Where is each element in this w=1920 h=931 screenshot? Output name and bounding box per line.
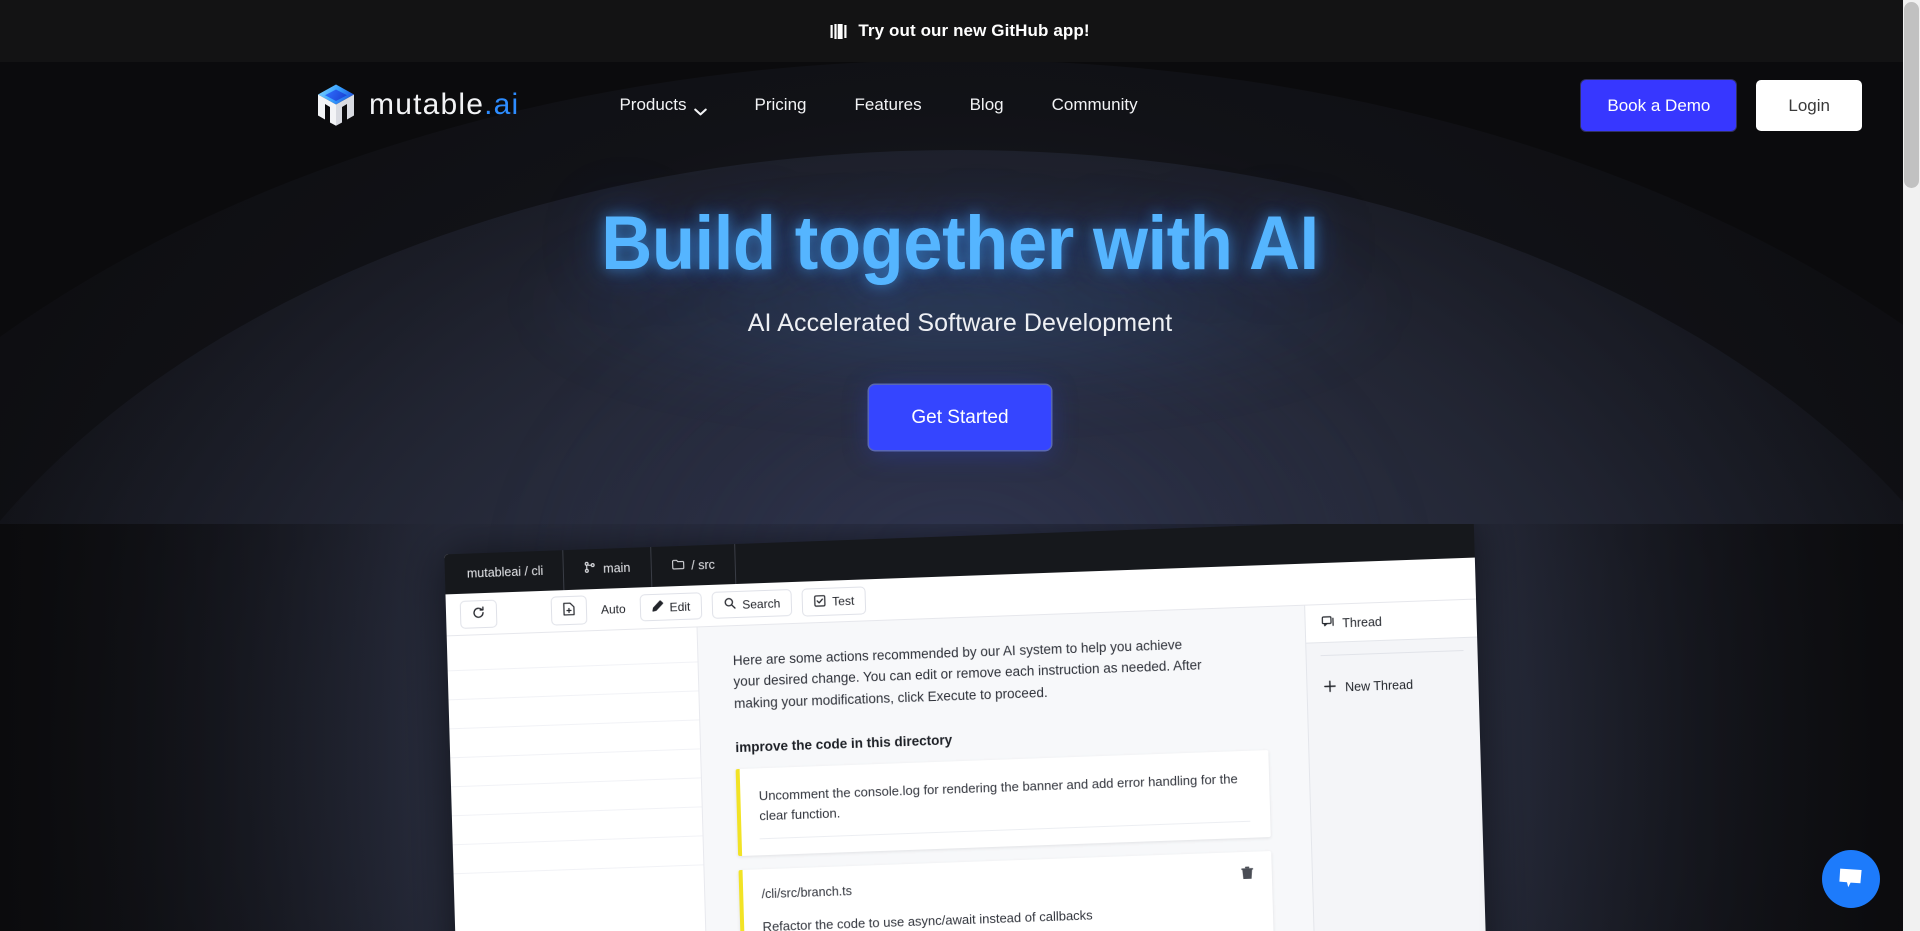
edit-button[interactable]: Edit: [639, 592, 703, 622]
hero-section: Build together with AI AI Accelerated So…: [0, 148, 1920, 450]
header-actions: Book a Demo Login: [1581, 79, 1862, 131]
chat-widget-button[interactable]: [1822, 850, 1880, 908]
new-thread-button[interactable]: New Thread: [1307, 675, 1479, 697]
trash-icon[interactable]: [1240, 866, 1254, 885]
logo-wordmark-name: mutable: [369, 88, 485, 121]
thread-panel-header-label: Thread: [1342, 614, 1383, 630]
product-screenshot: mutableai / cli main / src Auto Edit Sea…: [0, 524, 1920, 931]
nav-item-community-label: Community: [1051, 95, 1138, 114]
actions-intro-text: Here are some actions recommended by our…: [732, 637, 1202, 711]
thread-panel-header: Thread: [1304, 599, 1478, 644]
search-icon: [724, 597, 737, 612]
main-navigation: Products Pricing Features Blog Community: [619, 87, 1581, 123]
git-branch-icon: [584, 549, 597, 589]
logo-wordmark: mutable.ai: [369, 88, 519, 122]
site-header: mutable.ai Products Pricing Features Blo…: [0, 62, 1920, 148]
book-a-demo-button[interactable]: Book a Demo: [1581, 79, 1737, 131]
actions-panel: Here are some actions recommended by our…: [697, 605, 1318, 931]
pencil-icon: [651, 600, 663, 615]
announcement-banner[interactable]: Try out our new GitHub app!: [0, 0, 1920, 62]
chat-bubble-icon: [1837, 866, 1865, 893]
breadcrumb-repo-label: mutableai / cli: [466, 563, 544, 581]
plus-icon: [1323, 680, 1336, 696]
comment-icon: [1321, 616, 1334, 631]
breadcrumb-path[interactable]: / src: [650, 544, 737, 588]
chevron-down-icon: [693, 101, 707, 116]
get-started-button[interactable]: Get Started: [869, 385, 1051, 450]
instruction-card-text: Uncomment the console.log for rendering …: [758, 768, 1251, 840]
new-thread-label: New Thread: [1344, 677, 1414, 695]
page-scrollbar-thumb[interactable]: [1904, 2, 1919, 188]
refresh-button[interactable]: [459, 599, 498, 629]
test-button[interactable]: Test: [801, 585, 867, 617]
nav-item-pricing-label: Pricing: [754, 95, 807, 114]
page-title: Build together with AI: [601, 201, 1319, 286]
toolbar-gap: [507, 612, 541, 613]
instruction-card[interactable]: /cli/src/branch.ts Refactor the code to …: [738, 851, 1274, 931]
file-add-icon: [563, 602, 575, 619]
search-button[interactable]: Search: [711, 589, 793, 619]
nav-item-features-label: Features: [854, 95, 922, 114]
nav-item-features[interactable]: Features: [831, 87, 946, 123]
page-root: Try out our new GitHub app! mutable.ai P…: [0, 0, 1920, 931]
product-screenshot-window: mutableai / cli main / src Auto Edit Sea…: [444, 524, 1490, 931]
nav-item-blog-label: Blog: [969, 95, 1004, 114]
hero-cta-wrapper: Get Started: [0, 385, 1920, 450]
refresh-icon: [472, 605, 485, 622]
breadcrumb-repo[interactable]: mutableai / cli: [454, 550, 565, 595]
nav-item-pricing[interactable]: Pricing: [731, 87, 831, 123]
book-columns-icon: [830, 23, 847, 40]
test-button-label: Test: [832, 593, 855, 609]
breadcrumb-branch-label: main: [603, 560, 631, 576]
announcement-banner-text: Try out our new GitHub app!: [858, 21, 1090, 40]
nav-item-products[interactable]: Products: [619, 87, 730, 123]
instruction-card[interactable]: Uncomment the console.log for rendering …: [736, 750, 1271, 857]
nav-item-community[interactable]: Community: [1028, 87, 1162, 123]
logo-wordmark-suffix: .ai: [484, 88, 520, 121]
file-list-panel: [446, 627, 712, 931]
nav-item-products-label: Products: [619, 95, 687, 114]
edit-button-label: Edit: [669, 599, 691, 614]
auto-button[interactable]: Auto: [596, 596, 630, 622]
hero-subtitle: AI Accelerated Software Development: [747, 309, 1173, 337]
clipboard-check-icon: [814, 593, 826, 609]
file-add-button[interactable]: [550, 595, 588, 626]
breadcrumb-path-label: / src: [691, 557, 716, 573]
nav-item-blog[interactable]: Blog: [946, 87, 1028, 123]
folder-icon: [671, 546, 685, 586]
mockup-body: Here are some actions recommended by our…: [446, 599, 1490, 931]
mutable-cube-logo-icon: [316, 83, 356, 127]
breadcrumb-branch[interactable]: main: [563, 547, 652, 591]
search-button-label: Search: [742, 595, 781, 612]
actions-section-title: improve the code in this directory: [735, 732, 953, 756]
login-button[interactable]: Login: [1756, 79, 1862, 131]
page-scrollbar[interactable]: [1903, 0, 1920, 931]
auto-button-label: Auto: [600, 601, 626, 617]
thread-panel-divider: [1320, 650, 1464, 657]
thread-panel: Thread New Thread: [1303, 599, 1490, 931]
logo[interactable]: mutable.ai: [316, 83, 519, 127]
